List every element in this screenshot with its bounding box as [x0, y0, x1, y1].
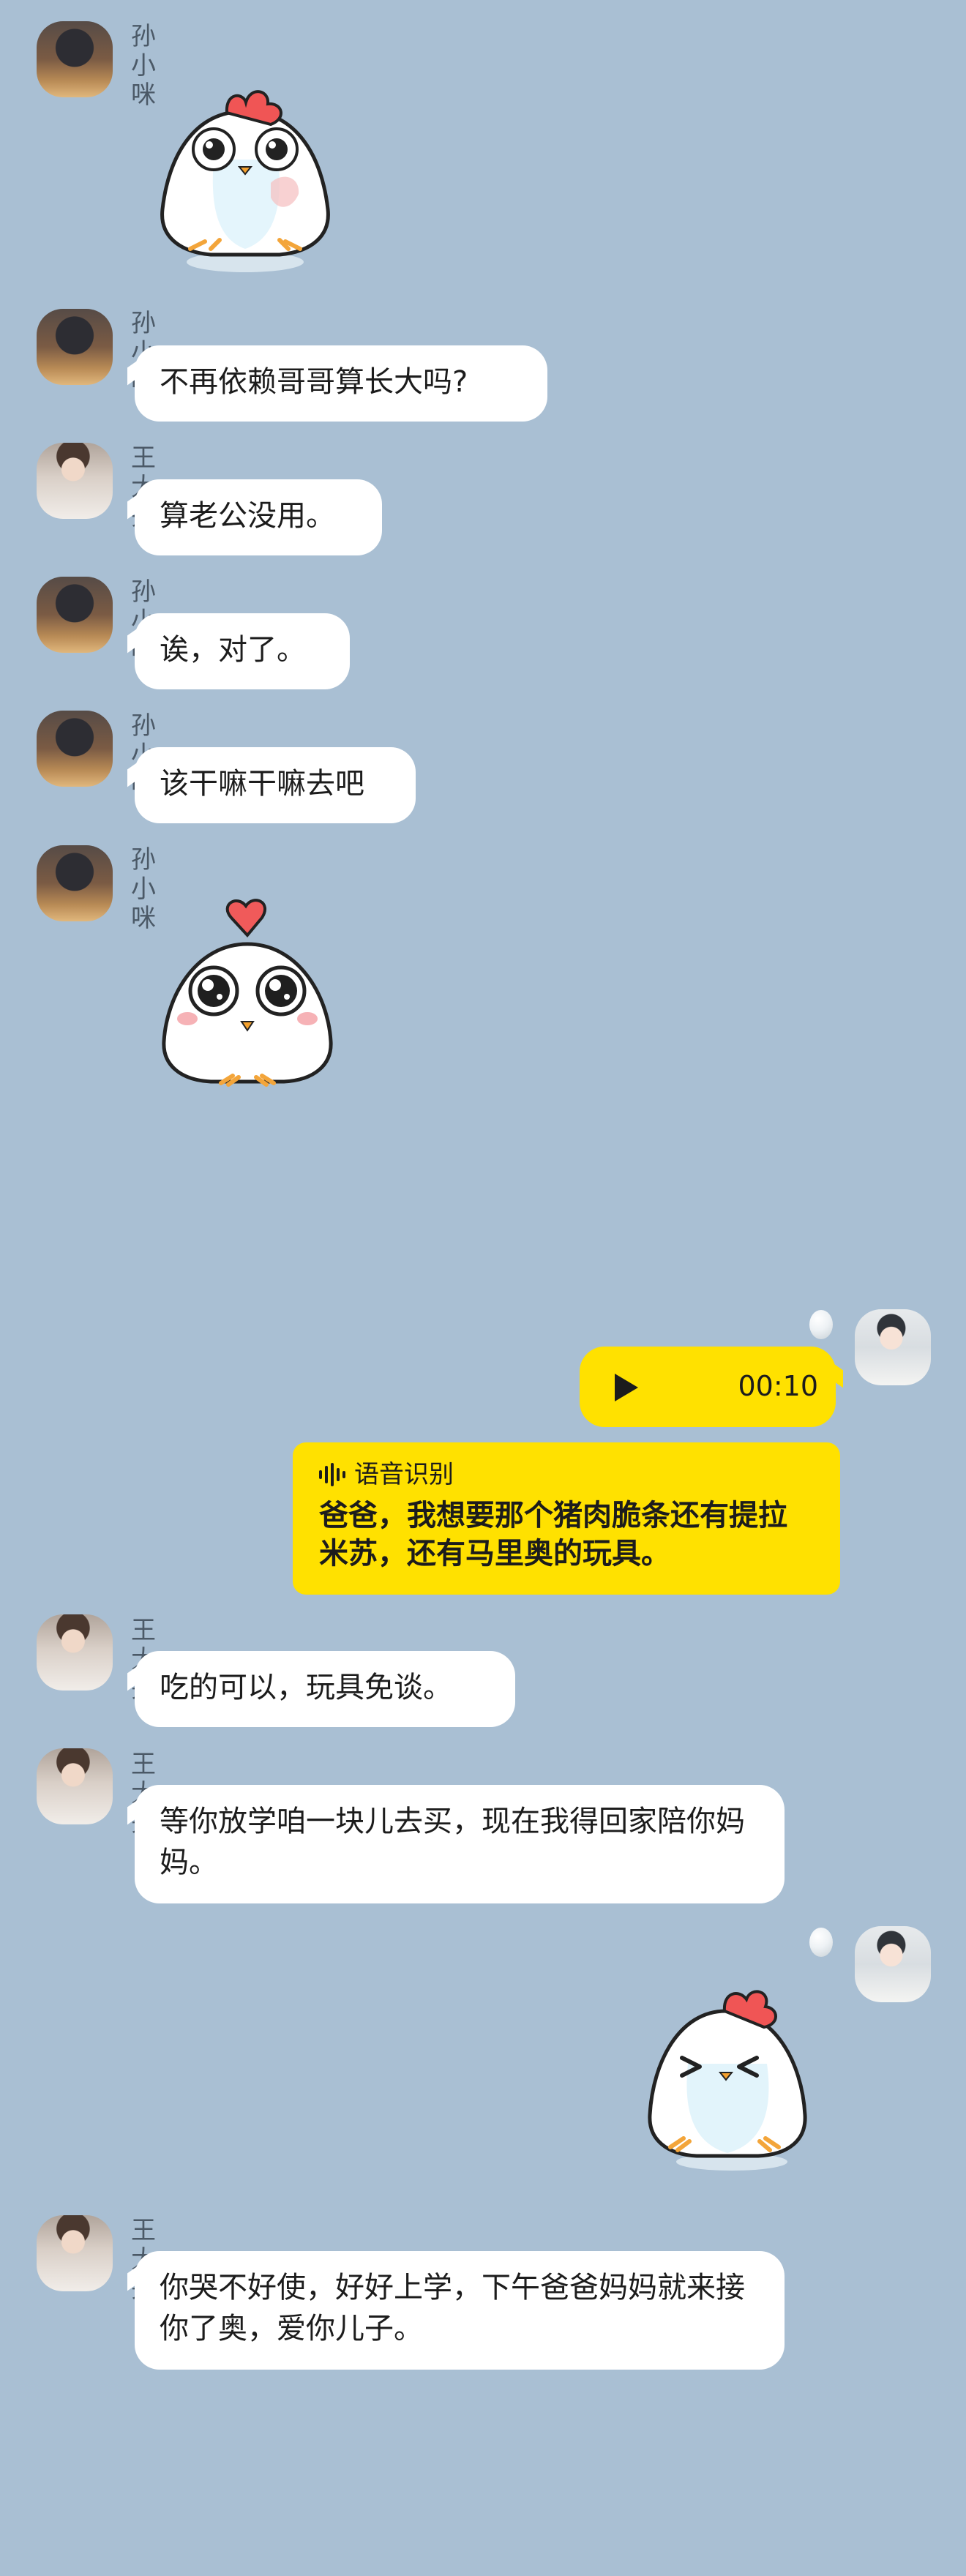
speech-recognition-label: 语音识别	[354, 1460, 454, 1489]
avatar-wang-datou[interactable]	[37, 2215, 113, 2291]
chick-sticker-blush[interactable]	[146, 73, 344, 281]
message-bubble[interactable]: 等你放学咱一块儿去买，现在我得回家陪你妈妈。	[135, 1785, 785, 1903]
chick-sticker-heart[interactable]	[152, 891, 342, 1099]
avatar-me[interactable]	[855, 1309, 931, 1385]
message-text: 该干嘛干嘛去吧	[160, 767, 364, 801]
play-icon[interactable]	[613, 1372, 640, 1406]
avatar-sun-xiaomi[interactable]	[37, 711, 113, 787]
avatar-sun-xiaomi[interactable]	[37, 309, 113, 385]
message-text: 不再依赖哥哥算长大吗?	[160, 365, 468, 399]
avatar-sun-xiaomi[interactable]	[37, 845, 113, 921]
speech-recognition-box[interactable]: 语音识别 爸爸，我想要那个猪肉脆条还有提拉米苏，还有马里奥的玩具。	[293, 1442, 840, 1595]
message-bubble[interactable]: 算老公没用。	[135, 479, 382, 555]
message-text: 等你放学咱一块儿去买，现在我得回家陪你妈妈。	[160, 1805, 745, 1879]
message-text: 吃的可以，玩具免谈。	[160, 1671, 452, 1704]
read-status-icon	[809, 1310, 833, 1339]
speech-recognition-text: 爸爸，我想要那个猪肉脆条还有提拉米苏，还有马里奥的玩具。	[319, 1499, 787, 1570]
read-status-icon	[809, 1928, 833, 1957]
avatar-wang-datou[interactable]	[37, 1614, 113, 1690]
avatar-sun-xiaomi[interactable]	[37, 577, 113, 653]
message-text: 诶，对了。	[160, 633, 306, 667]
message-bubble[interactable]: 该干嘛干嘛去吧	[135, 747, 416, 823]
voice-duration: 00:10	[738, 1370, 818, 1402]
message-text: 算老公没用。	[160, 499, 335, 533]
chick-sticker-crying[interactable]	[637, 1982, 820, 2175]
avatar-wang-datou[interactable]	[37, 443, 113, 519]
avatar-sun-xiaomi[interactable]	[37, 21, 113, 97]
message-bubble[interactable]: 吃的可以，玩具免谈。	[135, 1651, 515, 1727]
voice-message-bubble[interactable]: 00:10	[580, 1347, 836, 1427]
waveform-icon	[319, 1463, 345, 1486]
message-bubble[interactable]: 诶，对了。	[135, 613, 350, 689]
message-bubble[interactable]: 不再依赖哥哥算长大吗?	[135, 345, 547, 422]
speech-recognition-header: 语音识别	[319, 1460, 815, 1489]
message-text: 你哭不好使，好好上学，下午爸爸妈妈就来接你了奥，爱你儿子。	[160, 2271, 745, 2345]
message-bubble[interactable]: 你哭不好使，好好上学，下午爸爸妈妈就来接你了奥，爱你儿子。	[135, 2251, 785, 2370]
avatar-me[interactable]	[855, 1926, 931, 2002]
avatar-wang-datou[interactable]	[37, 1748, 113, 1824]
